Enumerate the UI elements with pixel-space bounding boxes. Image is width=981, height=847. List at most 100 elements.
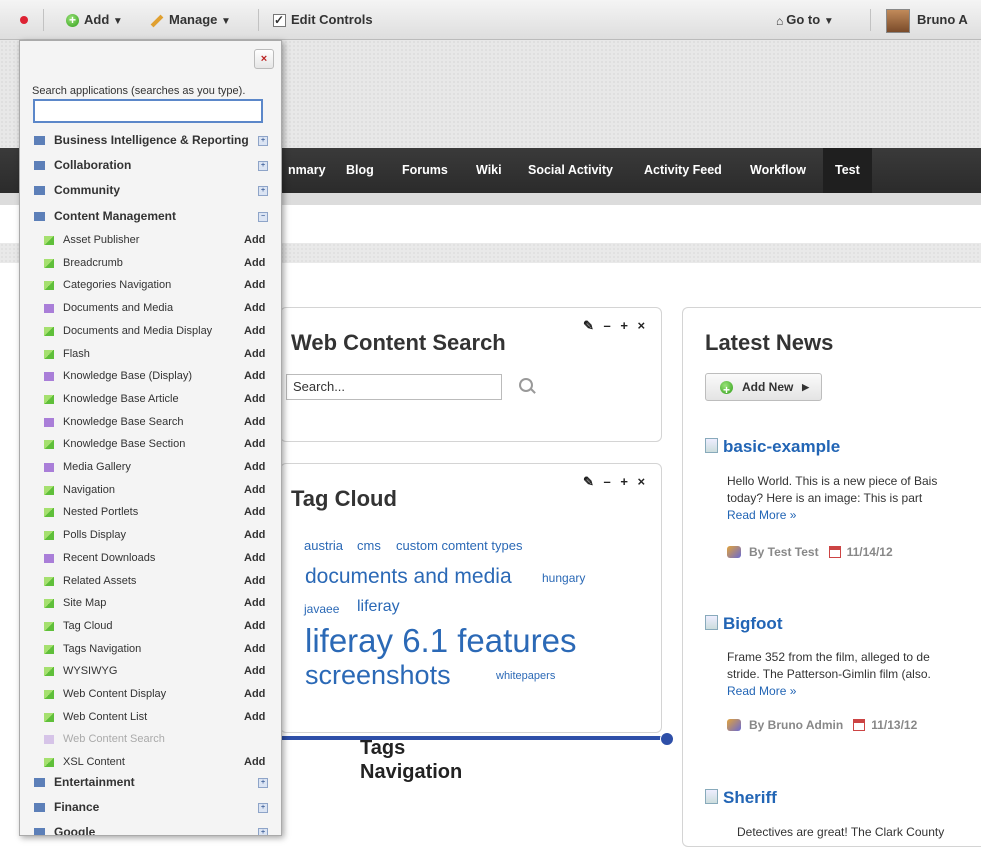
add-link[interactable]: Add [244,252,265,274]
add-link[interactable]: Add [244,592,265,614]
application-item[interactable]: Recent Downloads Add [32,547,272,570]
add-link[interactable]: Add [244,433,265,455]
portlet-controls[interactable]: ✎ – + × [583,318,648,334]
category-business-intelligence[interactable]: Business Intelligence & Reporting + [32,129,272,152]
add-link[interactable]: Add [244,501,265,523]
manage-menu[interactable]: Manage ▼ [150,10,231,30]
add-link[interactable]: Add [244,297,265,319]
nav-item-wiki[interactable]: Wiki [464,148,514,193]
expand-icon[interactable]: + [258,828,268,835]
add-link[interactable]: Add [244,524,265,546]
add-link[interactable]: Add [244,411,265,433]
portlet-controls[interactable]: ✎ – + × [583,474,648,490]
nav-item-forums[interactable]: Forums [390,148,460,193]
tag-link[interactable]: custom comtent types [396,538,522,553]
go-to-menu[interactable]: ⌂ Go to ▼ [776,10,834,30]
article-title[interactable]: Bigfoot [705,614,782,634]
nav-item-social-activity[interactable]: Social Activity [516,148,625,193]
expand-icon[interactable]: + [258,136,268,146]
collapse-icon[interactable]: − [258,212,268,222]
expand-icon[interactable]: + [258,186,268,196]
add-link[interactable]: Add [244,638,265,660]
add-link[interactable]: Add [244,615,265,637]
expand-icon[interactable]: + [258,803,268,813]
add-link[interactable]: Add [244,570,265,592]
nav-item-summary[interactable]: nmary [276,148,338,193]
add-link[interactable]: Add [244,320,265,342]
application-item[interactable]: Knowledge Base Article Add [32,388,272,411]
tag-link[interactable]: austria [304,538,343,553]
category-content-management[interactable]: Content Management − [32,205,272,228]
tag-link[interactable]: cms [357,538,381,553]
application-item[interactable]: Documents and Media Display Add [32,320,272,343]
pin-icon[interactable] [20,10,28,30]
add-menu[interactable]: Add ▼ [66,10,123,30]
application-item[interactable]: Categories Navigation Add [32,274,272,297]
application-item[interactable]: Tag Cloud Add [32,615,272,638]
category-entertainment[interactable]: Entertainment + [32,771,272,794]
expand-icon[interactable]: + [258,161,268,171]
application-item[interactable]: Flash Add [32,343,272,366]
search-input[interactable]: Search... [286,374,502,400]
tag-link[interactable]: liferay 6.1 features [305,622,576,660]
tag-link[interactable]: javaee [304,602,339,616]
category-google[interactable]: Google + [32,821,272,835]
add-link[interactable]: Add [244,274,265,296]
add-link[interactable]: Add [244,343,265,365]
tag-link[interactable]: hungary [542,571,585,585]
article-title[interactable]: Sheriff [705,788,777,808]
application-item[interactable]: Related Assets Add [32,570,272,593]
application-item[interactable]: Web Content Display Add [32,683,272,706]
expand-icon[interactable]: + [258,778,268,788]
application-item[interactable]: Media Gallery Add [32,456,272,479]
application-name: Recent Downloads [63,551,156,564]
search-icon[interactable] [519,378,533,392]
tag-link[interactable]: whitepapers [496,670,555,682]
portlet-icon [44,621,54,631]
application-search-input[interactable] [33,99,263,123]
user-name[interactable]: Bruno A [917,10,968,30]
application-item[interactable]: Asset Publisher Add [32,229,272,252]
application-item[interactable]: Knowledge Base Section Add [32,433,272,456]
category-community[interactable]: Community + [32,179,272,202]
read-more-link[interactable]: Read More » [727,682,796,700]
add-link[interactable]: Add [244,751,265,773]
application-item[interactable]: Documents and Media Add [32,297,272,320]
nav-item-blog[interactable]: Blog [334,148,386,193]
application-item[interactable]: Web Content List Add [32,706,272,729]
add-link[interactable]: Add [244,706,265,728]
tags-navigation-title[interactable]: Tags Navigation [360,736,500,784]
add-link[interactable]: Add [244,660,265,682]
application-item[interactable]: Polls Display Add [32,524,272,547]
avatar[interactable] [886,9,910,33]
add-link[interactable]: Add [244,229,265,251]
nav-item-test[interactable]: Test [823,148,872,193]
category-collaboration[interactable]: Collaboration + [32,154,272,177]
nav-item-activity-feed[interactable]: Activity Feed [632,148,734,193]
tag-link[interactable]: screenshots [305,660,451,691]
add-new-button[interactable]: Add New ▶ [705,373,822,403]
add-link[interactable]: Add [244,365,265,387]
tag-link[interactable]: liferay [357,598,400,616]
tag-link[interactable]: documents and media [305,565,512,589]
close-button[interactable]: × [254,49,274,69]
application-item[interactable]: Breadcrumb Add [32,252,272,275]
add-link[interactable]: Add [244,388,265,410]
application-item[interactable]: Knowledge Base (Display) Add [32,365,272,388]
application-item[interactable]: Navigation Add [32,479,272,502]
application-item[interactable]: Site Map Add [32,592,272,615]
add-link[interactable]: Add [244,479,265,501]
read-more-link[interactable]: Read More » [727,506,796,524]
edit-controls-toggle[interactable]: Edit Controls [273,10,373,30]
application-item[interactable]: Nested Portlets Add [32,501,272,524]
add-link[interactable]: Add [244,547,265,569]
add-link[interactable]: Add [244,683,265,705]
nav-item-workflow[interactable]: Workflow [738,148,818,193]
add-link[interactable]: Add [244,456,265,478]
application-item[interactable]: Knowledge Base Search Add [32,411,272,434]
category-finance[interactable]: Finance + [32,796,272,819]
dockbar: Add ▼ Manage ▼ Edit Controls ⌂Go to ▼ Br… [0,0,981,40]
article-title[interactable]: basic-example [705,437,840,457]
application-item[interactable]: WYSIWYG Add [32,660,272,683]
application-item[interactable]: Tags Navigation Add [32,638,272,661]
